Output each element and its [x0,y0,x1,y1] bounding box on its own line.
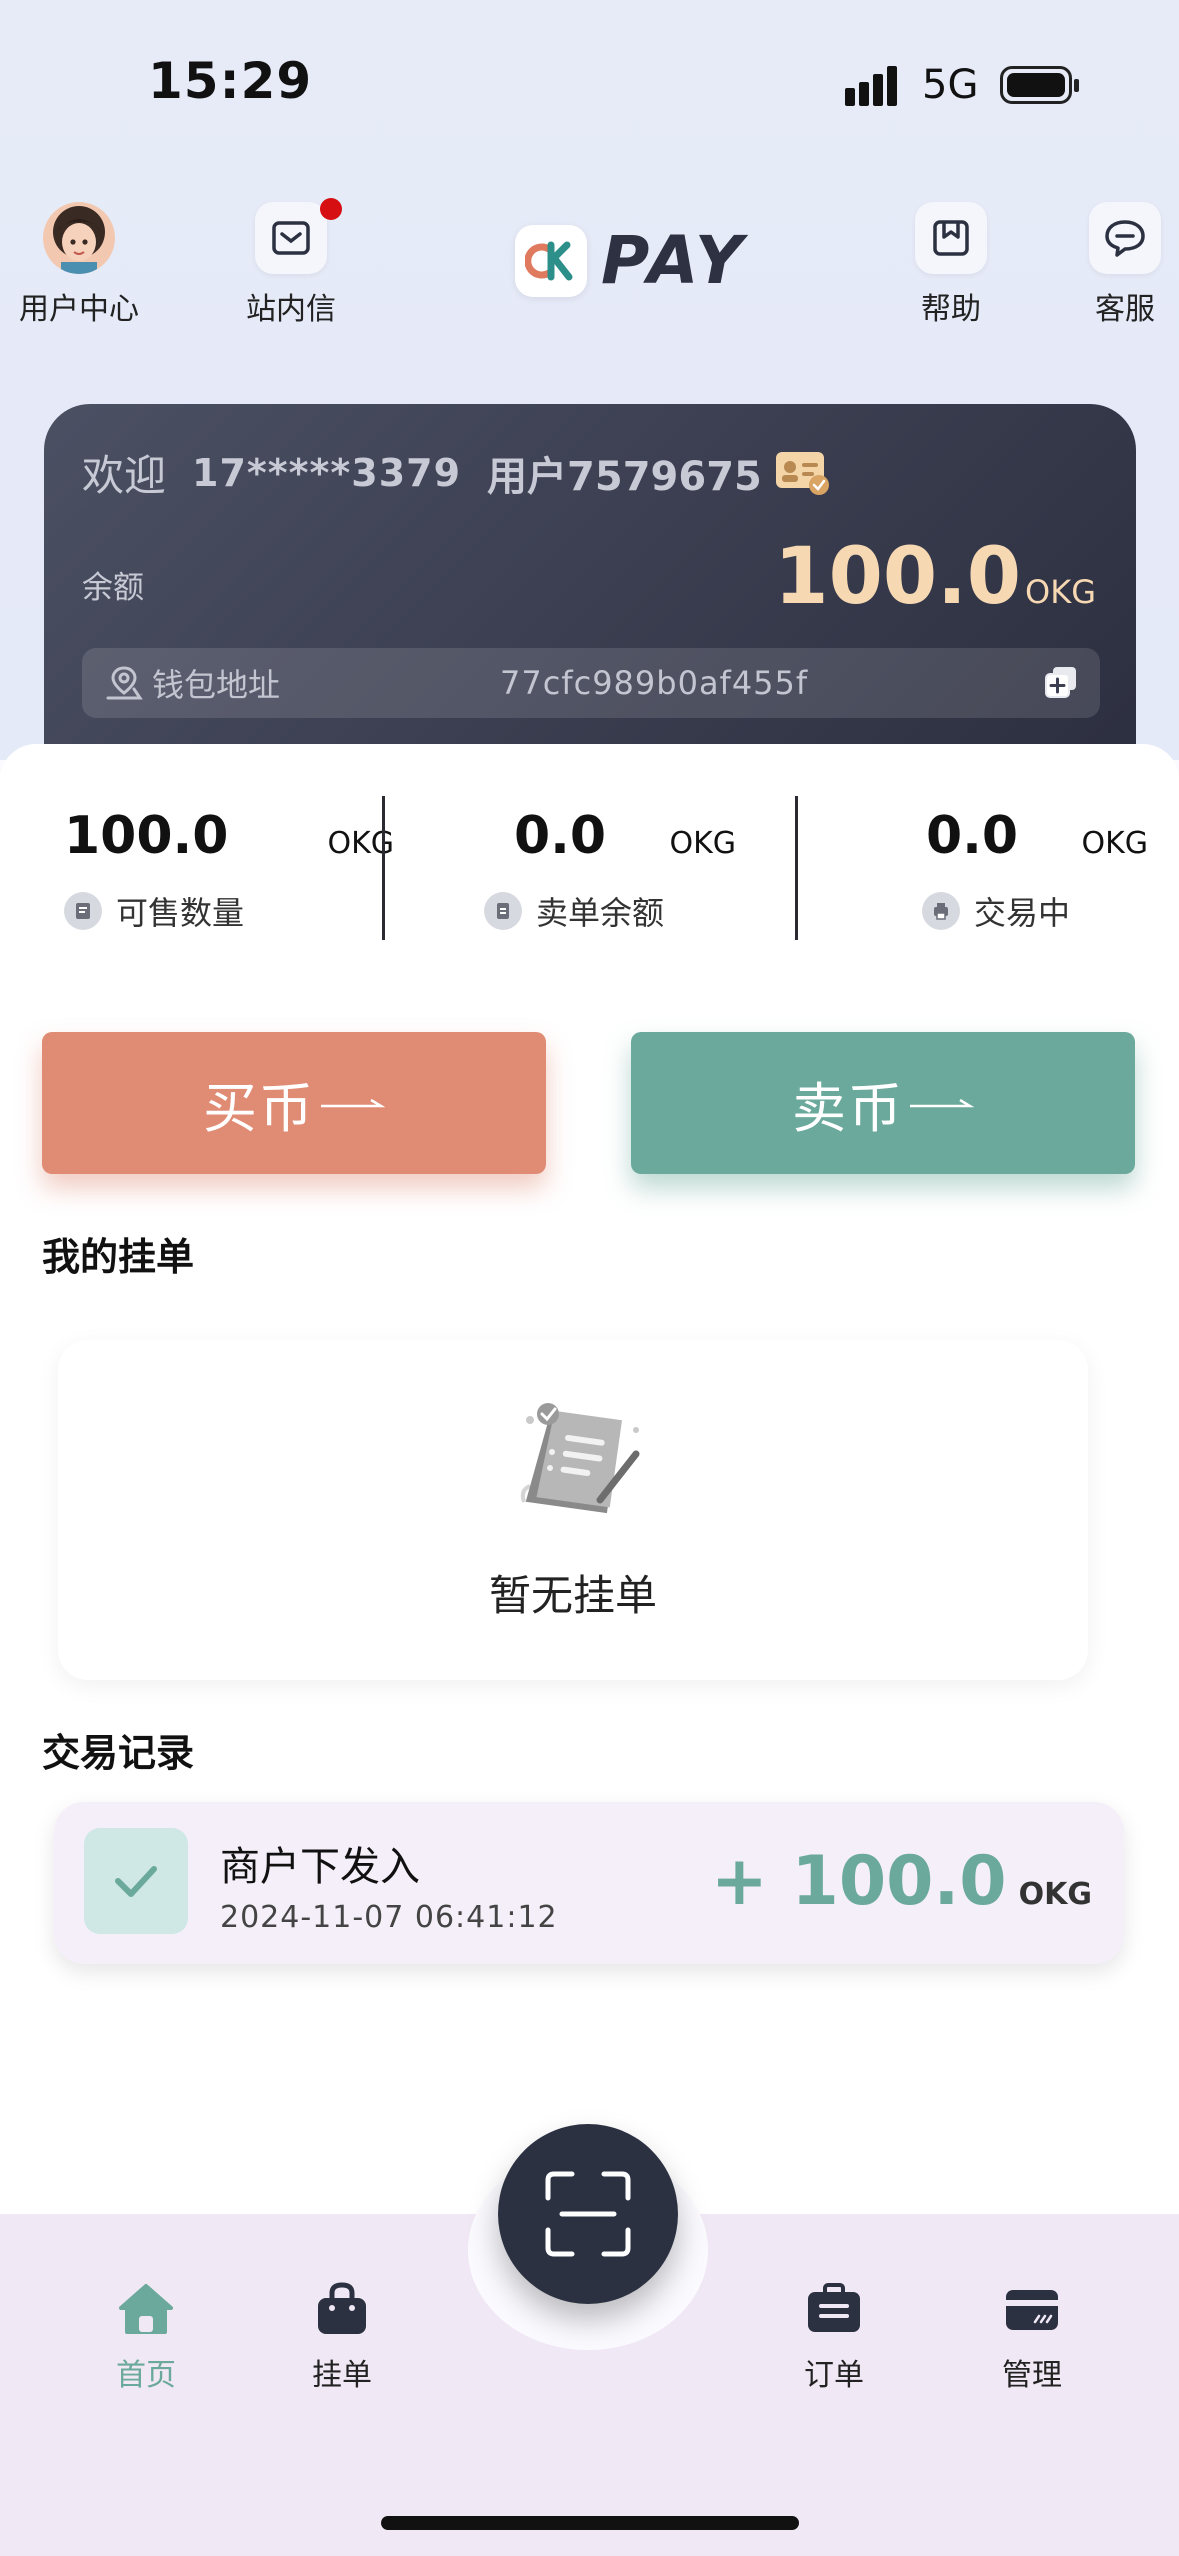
main-panel: 100.0 OKG 可售数量 0.0 OKG 卖单余额 0.0 OKG 交易中 买币 … [0,744,1179,2214]
empty-orders-text: 暂无挂单 [488,1571,657,1620]
stat-label: 交易中 [974,894,1071,932]
balance-unit: OKG [1025,573,1096,611]
printer-icon [922,892,960,930]
shopping-bag-icon [318,2282,366,2334]
help-button[interactable]: 帮助 [886,202,1016,328]
verified-id-icon [775,451,829,495]
receipt-icon [64,892,102,930]
book-icon [915,202,987,274]
tab-listings[interactable]: 挂单 [272,2282,412,2394]
tab-manage-label: 管理 [1002,2358,1062,2393]
empty-orders-box: 暂无挂单 [58,1340,1088,1680]
chat-bubble-icon [1089,202,1161,274]
tab-home[interactable]: 首页 [76,2282,216,2394]
scan-button[interactable] [498,2124,678,2304]
user-center-label: 用户中心 [19,292,139,327]
stat-sell-order-balance: 0.0 OKG 卖单余额 [484,806,736,934]
stat-unit: OKG [669,826,736,861]
stat-value: 100.0 [64,806,229,866]
record-item[interactable]: 商户下发入 2024-11-07 06:41:12 + 100.0 OKG [54,1802,1124,1964]
arrow-right-icon [321,1098,385,1108]
check-icon [84,1828,188,1934]
inbox-label: 站内信 [246,292,336,327]
stat-label: 可售数量 [116,894,245,932]
stat-unit: OKG [1081,826,1148,861]
credit-card-icon [1006,2290,1058,2330]
scan-icon [545,2171,631,2257]
buy-coin-label: 买币 [203,1076,315,1140]
network-type: 5G [922,62,979,108]
battery-icon [1000,66,1079,104]
stat-value: 0.0 [514,806,607,866]
document-icon [484,892,522,930]
welcome-row: 欢迎 17*****3379 用户7579675 [82,442,832,503]
customer-service-button[interactable]: 客服 [1060,202,1179,328]
avatar [43,202,115,274]
logo-text: PAY [601,222,747,299]
account-card: 欢迎 17*****3379 用户7579675 余额 100.0 OKG 钱包… [44,404,1136,764]
stat-sellable: 100.0 OKG 可售数量 [64,806,394,934]
buy-coin-button[interactable]: 买币 [42,1032,546,1174]
wallet-address-label: 钱包地址 [152,666,281,704]
sell-coin-label: 卖币 [792,1076,904,1140]
status-time: 15:29 [148,52,313,110]
briefcase-icon [808,2283,860,2332]
stat-label: 卖单余额 [536,894,665,932]
app-logo: PAY [515,222,747,299]
tab-orders[interactable]: 订单 [764,2282,904,2394]
balance-amount: 100.0 OKG [774,532,1096,622]
home-indicator [381,2516,799,2530]
empty-document-icon [520,1403,640,1514]
signal-icon [845,66,897,106]
record-amount-unit: OKG [1018,1877,1092,1912]
balance-label: 余额 [82,570,144,606]
stat-divider [795,796,798,940]
balance-value: 100.0 [774,532,1022,622]
wallet-address-bar: 钱包地址 77cfc989b0af455f [82,648,1100,718]
inbox-button[interactable]: 站内信 [226,198,356,328]
record-amount-value: + 100.0 [710,1842,1007,1921]
user-center-button[interactable]: 用户中心 [14,202,144,328]
home-icon [119,2284,173,2334]
stat-trading: 0.0 OKG 交易中 [922,806,1148,934]
my-orders-title: 我的挂单 [42,1235,195,1279]
sell-coin-button[interactable]: 卖币 [631,1032,1135,1174]
username: 用户7579675 [487,453,762,500]
copy-icon[interactable] [1044,665,1078,699]
customer-service-label: 客服 [1095,292,1155,327]
stat-divider [382,796,385,940]
location-pin-icon [106,666,143,700]
mail-icon [255,202,327,274]
record-title: 商户下发入 [220,1844,420,1890]
unread-dot [320,198,342,220]
tab-manage[interactable]: 管理 [962,2282,1102,2394]
tab-orders-label: 订单 [804,2358,864,2393]
record-amount: + 100.0 OKG [711,1842,1092,1921]
record-time: 2024-11-07 06:41:12 [220,1900,558,1935]
stat-value: 0.0 [926,806,1019,866]
records-title: 交易记录 [42,1731,195,1775]
wallet-address-value: 77cfc989b0af455f [500,664,809,702]
tab-listings-label: 挂单 [312,2358,372,2393]
phone-number: 17*****3379 [192,450,462,495]
welcome-text: 欢迎 [82,451,167,500]
logo-icon [515,224,587,297]
help-label: 帮助 [921,292,981,327]
arrow-right-icon [910,1098,974,1108]
tab-home-label: 首页 [116,2358,176,2393]
